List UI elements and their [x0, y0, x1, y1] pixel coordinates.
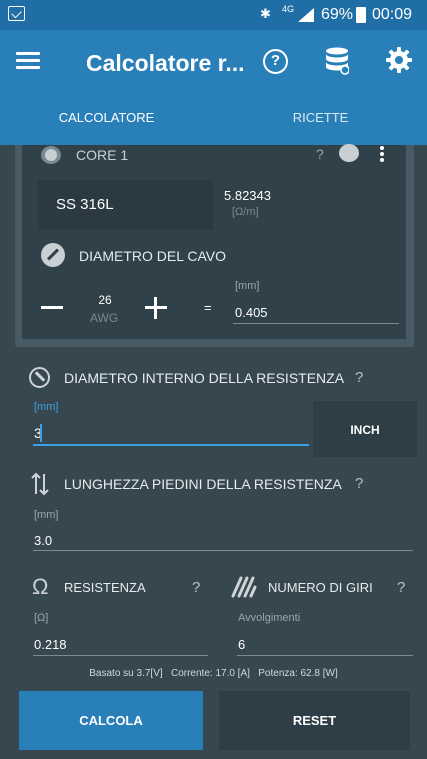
vertical-arrows-icon — [31, 472, 49, 496]
app-bar: Calcolatore r... ? — [0, 30, 427, 95]
awg-increase-button[interactable] — [145, 297, 167, 319]
calculation-summary: Basato su 3.7[V] Corrente: 17.0 [A] Pote… — [89, 668, 338, 679]
resistance-help-icon[interactable]: ? — [192, 579, 200, 596]
wire-diameter-label: DIAMETRO DEL CAVO — [79, 248, 227, 264]
wire-diameter-icon — [41, 243, 65, 267]
tab-ricette[interactable]: RICETTE — [214, 95, 427, 145]
leg-length-input[interactable]: 3.0 — [34, 533, 52, 548]
diameter-unit: [mm] — [235, 280, 260, 292]
core-help-icon[interactable]: ? — [316, 146, 324, 162]
hamburger-menu-icon[interactable] — [16, 52, 40, 70]
tab-indicator — [0, 141, 213, 144]
network-type: 4G — [282, 4, 295, 14]
notification-icon — [8, 6, 25, 21]
core-radio-button[interactable] — [41, 146, 61, 164]
leg-length-underline — [33, 550, 413, 551]
awg-value: 26 — [98, 293, 112, 307]
inner-diameter-unit: [mm] — [34, 401, 59, 413]
page-title: Calcolatore r... — [86, 50, 245, 76]
diameter-underline — [233, 323, 399, 324]
tab-calcolatore[interactable]: CALCOLATORE — [0, 95, 213, 145]
diameter-field[interactable]: 0.405 — [235, 305, 268, 320]
clock: 00:09 — [372, 6, 413, 23]
leg-length-help-icon[interactable]: ? — [355, 475, 363, 492]
wraps-underline — [237, 655, 413, 656]
battery-icon — [356, 7, 366, 23]
help-icon[interactable]: ? — [263, 49, 288, 74]
resistance-underline — [33, 655, 208, 656]
leg-length-unit: [mm] — [34, 509, 59, 521]
equals-sign: = — [204, 300, 212, 315]
tab-bar: CALCOLATORE RICETTE — [0, 95, 427, 145]
status-bar: ✱ 4G 69% 00:09 — [0, 0, 427, 30]
core-toggle[interactable] — [339, 144, 359, 162]
core-label: CORE 1 — [76, 147, 129, 163]
text-cursor — [40, 424, 42, 442]
inner-diameter-icon — [29, 367, 50, 388]
reset-button[interactable]: RESET — [219, 691, 410, 750]
omega-icon: Ω — [32, 574, 49, 599]
awg-decrease-button[interactable] — [41, 306, 63, 309]
leg-length-label: LUNGHEZZA PIEDINI DELLA RESISTENZA — [64, 476, 342, 492]
resistance-unit: [Ω] — [34, 612, 49, 624]
bluetooth-icon: ✱ — [260, 6, 271, 21]
resistivity-value: 5.82343 — [224, 188, 271, 203]
more-options-icon[interactable] — [380, 146, 384, 162]
inner-diameter-underline — [33, 444, 309, 446]
inner-diameter-label: DIAMETRO INTERNO DELLA RESISTENZA — [64, 370, 345, 386]
resistance-input[interactable]: 0.218 — [34, 637, 67, 652]
wraps-input[interactable]: 6 — [238, 637, 245, 652]
inner-diameter-help-icon[interactable]: ? — [355, 369, 363, 386]
gear-icon[interactable] — [386, 47, 412, 73]
resistivity-unit: [Ω/m] — [232, 206, 259, 218]
material-name: SS 316L — [56, 196, 114, 213]
core-card-inner — [22, 145, 406, 339]
coil-icon — [231, 576, 257, 598]
wraps-help-icon[interactable]: ? — [397, 579, 405, 596]
awg-unit: AWG — [90, 311, 119, 325]
resistance-label: RESISTENZA — [64, 580, 146, 595]
wraps-label: NUMERO DI GIRI — [268, 580, 373, 595]
database-icon[interactable] — [325, 47, 349, 75]
signal-icon — [298, 8, 314, 22]
inch-button[interactable]: INCH — [313, 401, 417, 457]
calculate-button[interactable]: CALCOLA — [19, 691, 203, 750]
wraps-unit: Avvolgimenti — [238, 612, 301, 624]
battery-percentage: 69% — [321, 6, 354, 23]
